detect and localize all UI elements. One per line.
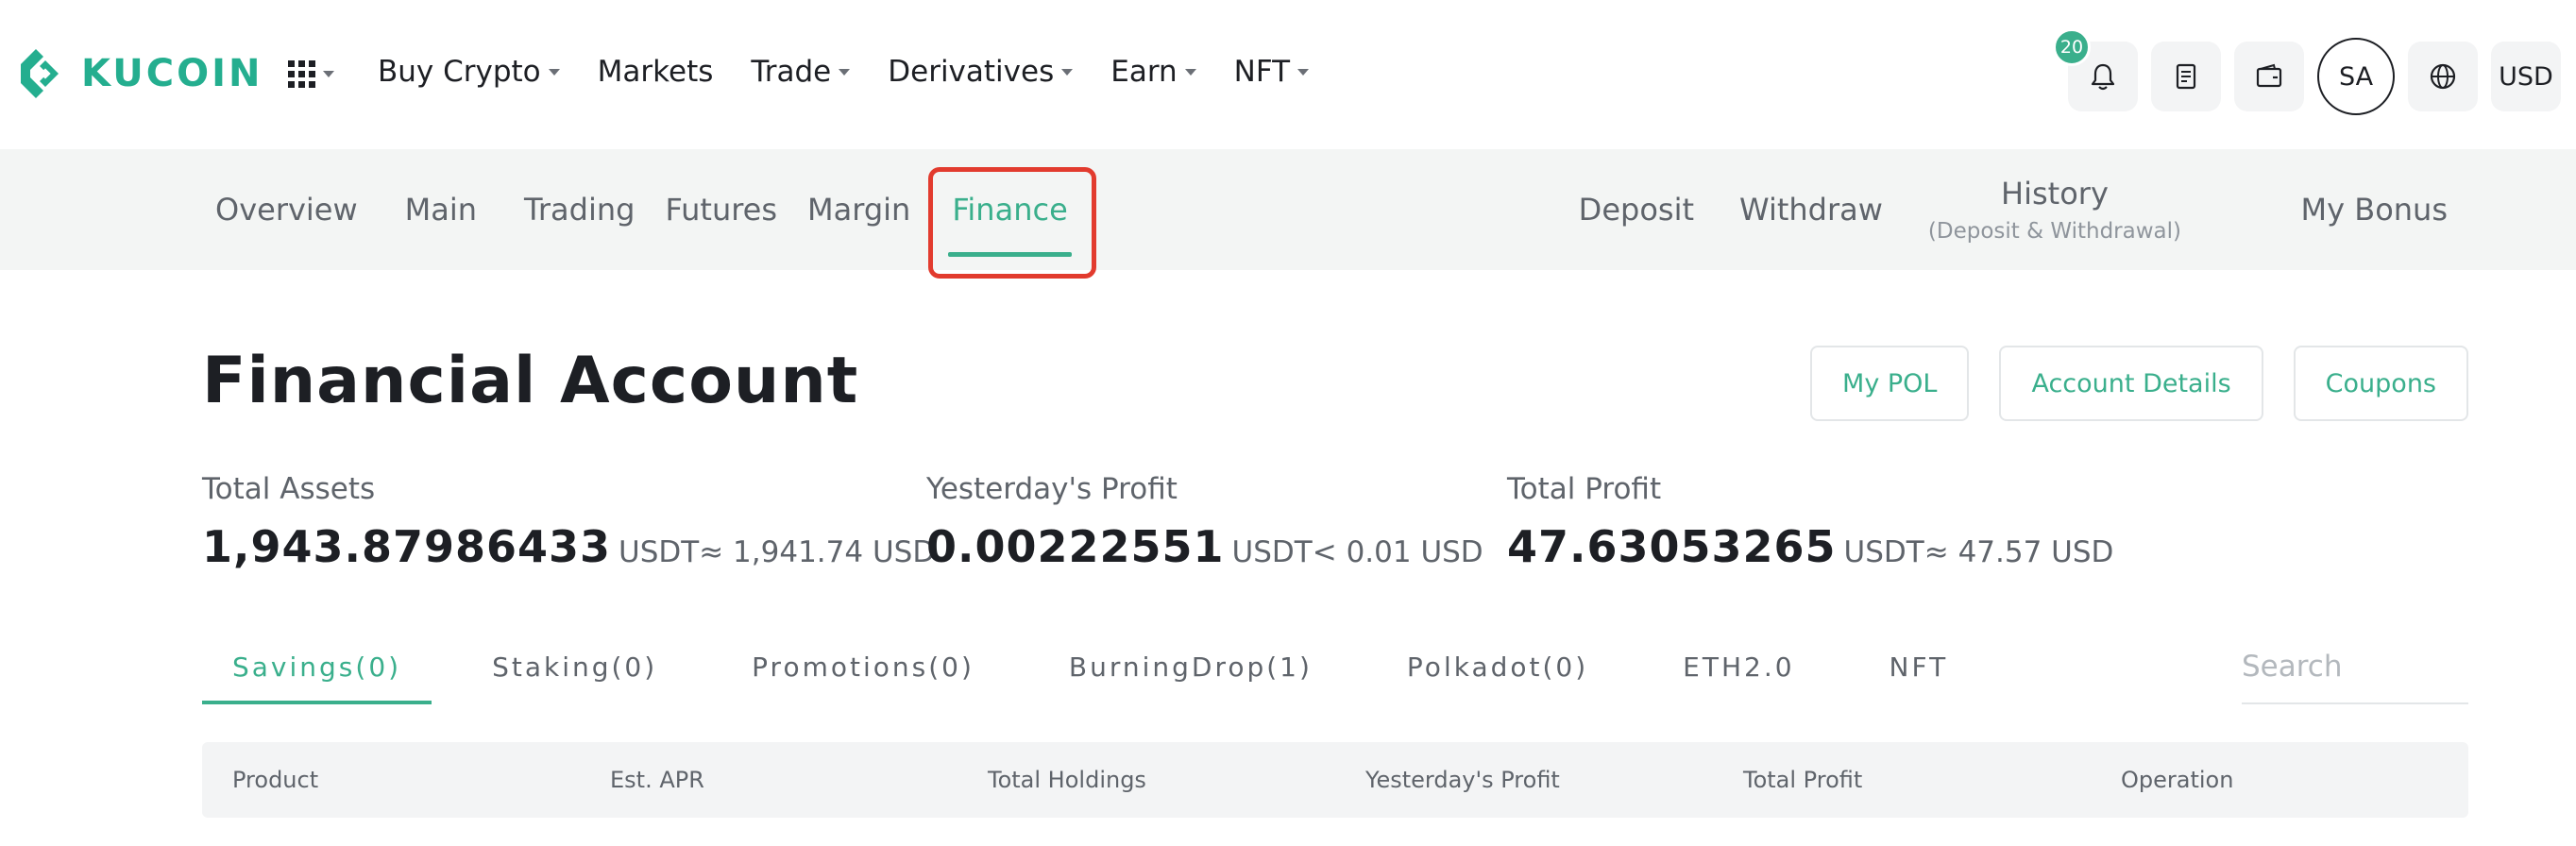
tab-main[interactable]: Main — [405, 149, 477, 270]
chevron-down-icon — [1184, 68, 1196, 76]
stat-label: Total Assets — [202, 472, 376, 506]
menu-item-label: Buy Crypto — [378, 55, 541, 89]
grid-icon — [288, 60, 315, 88]
orders-button[interactable] — [2151, 42, 2221, 111]
product-tabs: Savings(0) Staking(0) Promotions(0) Burn… — [202, 638, 2042, 704]
tab-staking[interactable]: Staking(0) — [492, 638, 657, 704]
menu-item-label: Earn — [1110, 55, 1178, 89]
stat-value: 0.00222551 — [926, 521, 1225, 572]
bonus-wrap: My Bonus — [2301, 149, 2448, 270]
page-actions: My POL Account Details Coupons — [1780, 346, 2468, 421]
finance-tab-highlight — [928, 167, 1096, 279]
column-yesterdays-profit: Yesterday's Profit — [1365, 767, 1560, 793]
account-links: Deposit Withdraw History (Deposit & With… — [1534, 149, 2181, 270]
stat-approx: ≈ 1,941.74 USD — [699, 535, 936, 569]
stat-label: Yesterday's Profit — [926, 472, 1178, 506]
stat-value: 47.63053265 — [1507, 521, 1837, 572]
stat-unit: USDT — [619, 535, 700, 569]
kucoin-logo-icon — [21, 49, 59, 98]
tab-trading[interactable]: Trading — [524, 149, 635, 270]
notifications-button[interactable]: 20 — [2053, 28, 2138, 111]
chevron-down-icon — [323, 71, 334, 77]
tab-burningdrop[interactable]: BurningDrop(1) — [1069, 638, 1313, 704]
menu-markets[interactable]: Markets — [598, 55, 714, 89]
top-navigation: KUCOIN Buy Crypto Markets Trade Derivati… — [0, 0, 2576, 149]
column-product: Product — [232, 767, 319, 793]
menu-item-label: NFT — [1233, 55, 1291, 89]
bell-icon — [2091, 63, 2115, 91]
currency-button[interactable]: USD — [2491, 42, 2561, 111]
my-bonus-link[interactable]: My Bonus — [2301, 192, 2448, 228]
tab-savings[interactable]: Savings(0) — [202, 638, 432, 704]
wallet-button[interactable] — [2234, 42, 2304, 111]
menu-earn[interactable]: Earn — [1110, 55, 1196, 89]
column-est-apr: Est. APR — [610, 767, 704, 793]
menu-derivatives[interactable]: Derivatives — [888, 55, 1074, 89]
chevron-down-icon — [1061, 68, 1074, 76]
header-tools: 20 SA USD — [2053, 28, 2561, 115]
menu-trade[interactable]: Trade — [751, 55, 851, 89]
stat-value: 1,943.87986433 — [202, 521, 612, 572]
language-button[interactable] — [2408, 42, 2478, 111]
main-menu: Buy Crypto Markets Trade Derivatives Ear… — [378, 55, 1347, 89]
globe-icon — [2430, 63, 2456, 90]
yesterday-profit-stat: Yesterday's Profit 0.00222551 USDT < 0.0… — [926, 472, 1483, 572]
column-total-holdings: Total Holdings — [988, 767, 1146, 793]
brand-name: KUCOIN — [81, 52, 263, 95]
history-label: History — [2001, 176, 2109, 212]
tab-overview[interactable]: Overview — [215, 149, 358, 270]
stat-approx: ≈ 47.57 USD — [1924, 535, 2114, 569]
chevron-down-icon — [839, 68, 851, 76]
chevron-down-icon — [548, 68, 560, 76]
apps-menu-button[interactable] — [288, 60, 334, 88]
column-total-profit: Total Profit — [1743, 767, 1863, 793]
tab-margin[interactable]: Margin — [807, 149, 910, 270]
search-box — [2242, 638, 2468, 704]
stat-label: Total Profit — [1507, 472, 1662, 506]
stat-approx: < 0.01 USD — [1312, 535, 1483, 569]
kucoin-logo[interactable]: KUCOIN — [17, 43, 263, 104]
document-icon — [2176, 63, 2196, 90]
withdraw-link[interactable]: Withdraw — [1739, 192, 1883, 228]
active-tab-underline — [202, 701, 432, 704]
stat-unit: USDT — [1231, 535, 1313, 569]
notification-badge: 20 — [2053, 28, 2091, 66]
menu-nft[interactable]: NFT — [1233, 55, 1310, 89]
history-sublabel: (Deposit & Withdrawal) — [1927, 219, 2181, 244]
menu-item-label: Derivatives — [888, 55, 1055, 89]
account-details-button[interactable]: Account Details — [1999, 346, 2263, 421]
history-link[interactable]: History (Deposit & Withdrawal) — [1928, 176, 2181, 244]
my-pol-button[interactable]: My POL — [1810, 346, 1970, 421]
total-profit-stat: Total Profit 47.63053265 USDT ≈ 47.57 US… — [1507, 472, 2113, 572]
currency-label: USD — [2499, 61, 2553, 92]
table-header: Product Est. APR Total Holdings Yesterda… — [202, 742, 2468, 818]
tab-futures[interactable]: Futures — [665, 149, 777, 270]
stat-unit: USDT — [1843, 535, 1924, 569]
tab-label: Savings(0) — [232, 651, 402, 683]
deposit-link[interactable]: Deposit — [1579, 192, 1694, 228]
tab-promotions[interactable]: Promotions(0) — [752, 638, 974, 704]
menu-item-label: Markets — [597, 55, 714, 89]
menu-buy-crypto[interactable]: Buy Crypto — [378, 55, 560, 89]
coupons-button[interactable]: Coupons — [2293, 346, 2468, 421]
column-operation: Operation — [2121, 767, 2234, 793]
tab-nft[interactable]: NFT — [1890, 638, 1949, 704]
page-title: Financial Account — [202, 344, 859, 418]
menu-item-label: Trade — [751, 55, 832, 89]
total-assets-stat: Total Assets 1,943.87986433 USDT ≈ 1,941… — [202, 472, 935, 572]
tab-polkadot[interactable]: Polkadot(0) — [1407, 638, 1588, 704]
tab-eth2[interactable]: ETH2.0 — [1683, 638, 1794, 704]
search-input[interactable] — [2242, 638, 2468, 695]
chevron-down-icon — [1297, 68, 1310, 76]
user-avatar[interactable]: SA — [2317, 38, 2395, 115]
account-subnav: Overview Main Trading Futures Margin Fin… — [0, 149, 2576, 270]
wallet-icon — [2256, 63, 2282, 88]
